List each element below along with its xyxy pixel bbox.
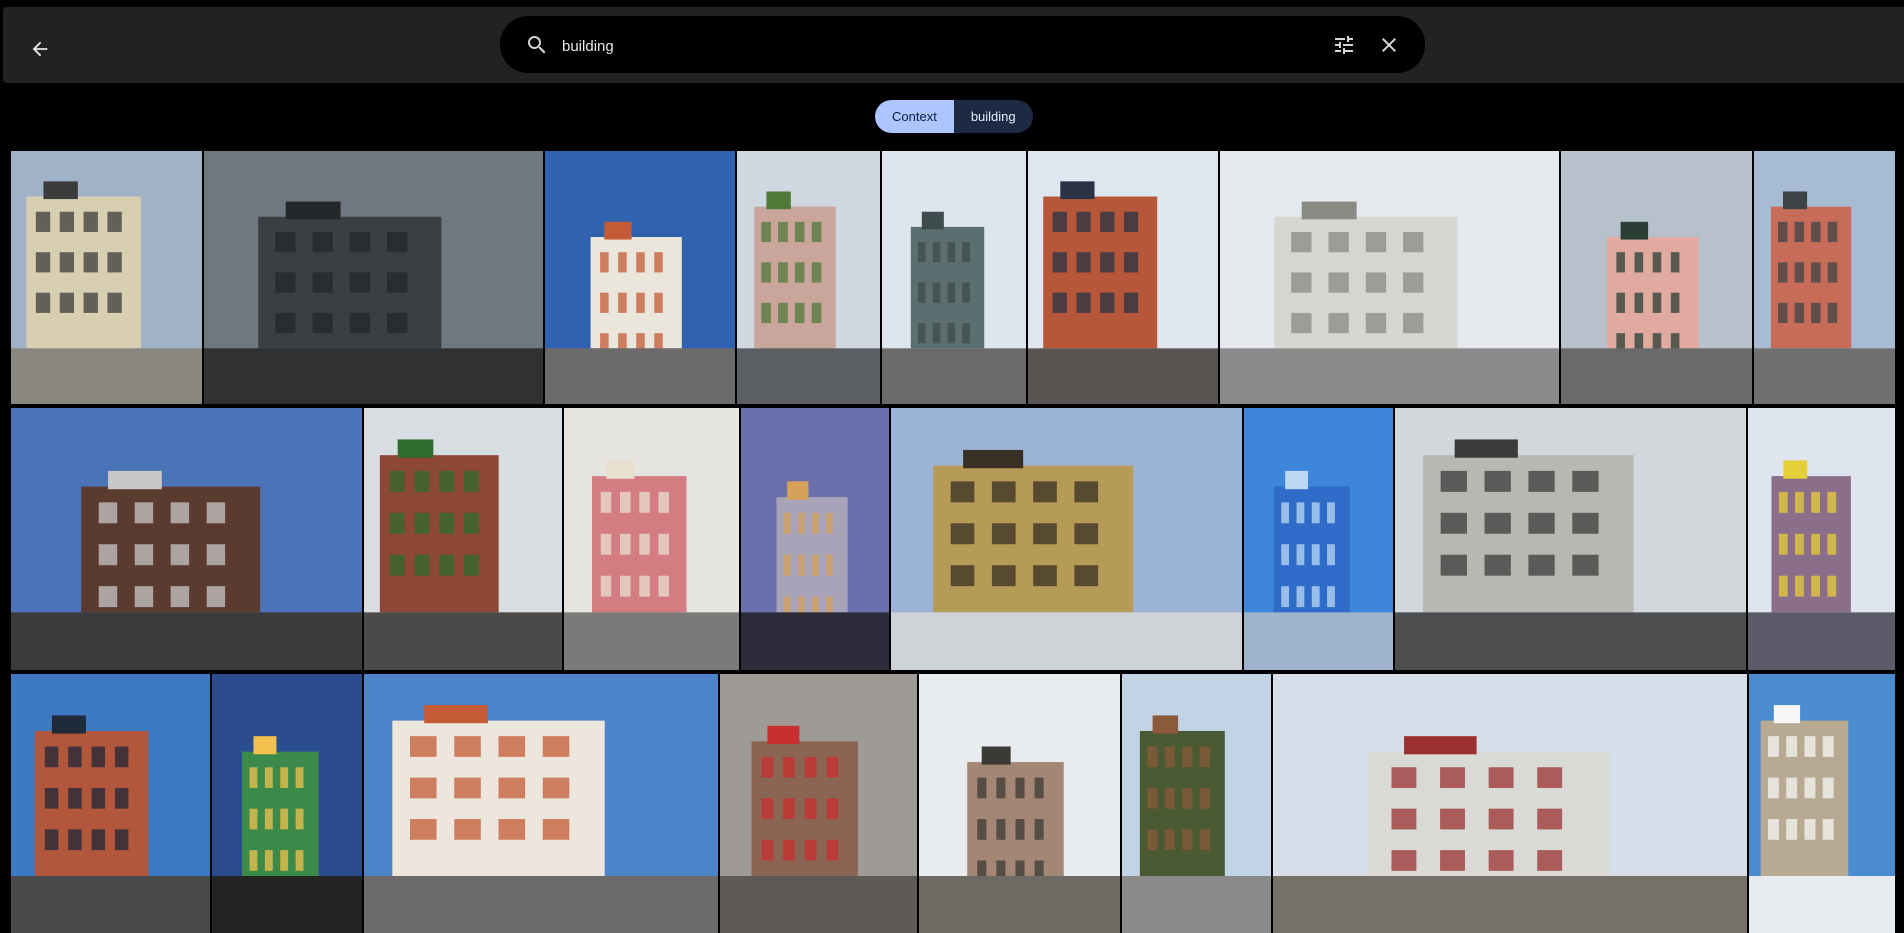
photo-image [1395, 408, 1746, 670]
photo-thumbnail[interactable] [204, 151, 543, 404]
photo-thumbnail[interactable] [1122, 674, 1271, 933]
photo-thumbnail[interactable] [1749, 674, 1895, 933]
photo-image [1273, 674, 1747, 933]
photo-image [11, 151, 202, 404]
photo-image [1749, 674, 1895, 933]
tune-icon[interactable] [1332, 33, 1356, 57]
photo-image [364, 408, 562, 670]
photo-image [1028, 151, 1218, 404]
chip-context[interactable]: Context [875, 100, 954, 133]
photo-thumbnail[interactable] [364, 674, 718, 933]
photo-image [364, 674, 718, 933]
photo-thumbnail[interactable] [891, 408, 1242, 670]
search-input[interactable] [560, 30, 1324, 62]
photo-thumbnail[interactable] [1273, 674, 1747, 933]
photo-thumbnail[interactable] [1244, 408, 1393, 670]
photo-thumbnail[interactable] [1748, 408, 1895, 670]
photo-thumbnail[interactable] [11, 674, 210, 933]
photo-image [1748, 408, 1895, 670]
back-button[interactable] [25, 34, 55, 64]
photo-image [1754, 151, 1895, 404]
photo-image [564, 408, 739, 670]
photo-image [891, 408, 1242, 670]
photo-thumbnail[interactable] [212, 674, 362, 933]
photo-thumbnail[interactable] [1754, 151, 1895, 404]
photo-image [737, 151, 880, 404]
photo-thumbnail[interactable] [11, 151, 202, 404]
photo-thumbnail[interactable] [741, 408, 889, 670]
photo-image [1220, 151, 1559, 404]
photo-thumbnail[interactable] [11, 408, 362, 670]
photo-image [545, 151, 735, 404]
photo-thumbnail[interactable] [1561, 151, 1752, 404]
photo-image [882, 151, 1026, 404]
photo-image [741, 408, 889, 670]
photo-image [11, 408, 362, 670]
photo-image [919, 674, 1120, 933]
arrow-back-icon [32, 41, 48, 57]
photo-thumbnail[interactable] [919, 674, 1120, 933]
photo-image [11, 674, 210, 933]
photo-thumbnail[interactable] [1028, 151, 1218, 404]
photo-image [212, 674, 362, 933]
photo-image [204, 151, 543, 404]
search-icon [528, 36, 546, 54]
photo-thumbnail[interactable] [882, 151, 1026, 404]
photo-thumbnail[interactable] [720, 674, 917, 933]
search-chips: Context building [875, 100, 1033, 133]
photo-thumbnail[interactable] [1220, 151, 1559, 404]
photo-thumbnail[interactable] [1395, 408, 1746, 670]
photo-thumbnail[interactable] [564, 408, 739, 670]
photo-image [1122, 674, 1271, 933]
photo-image [1561, 151, 1752, 404]
search-bar [500, 16, 1425, 73]
photo-thumbnail[interactable] [737, 151, 880, 404]
photo-image [1244, 408, 1393, 670]
close-icon[interactable] [1377, 33, 1401, 57]
photo-image [720, 674, 917, 933]
photo-thumbnail[interactable] [364, 408, 562, 670]
photo-thumbnail[interactable] [545, 151, 735, 404]
chip-query[interactable]: building [953, 100, 1033, 133]
